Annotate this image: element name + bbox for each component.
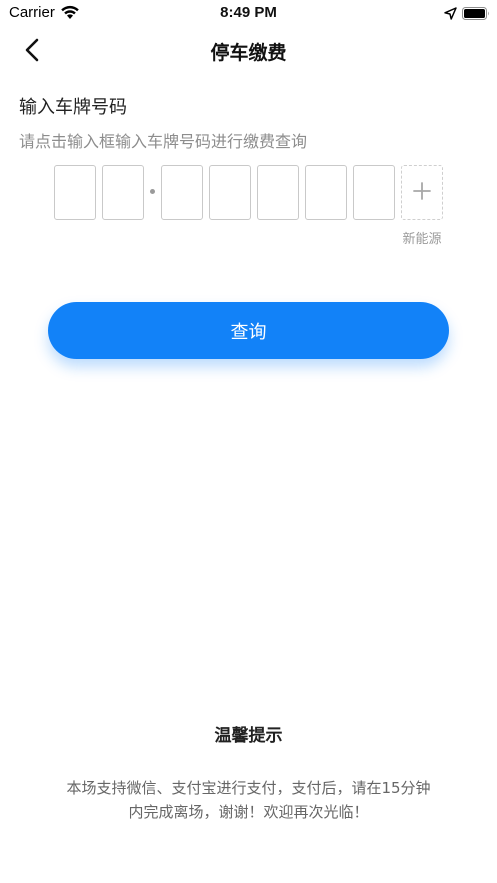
plate-slot-1[interactable] [54, 165, 96, 220]
status-bar: Carrier 8:49 PM [0, 0, 497, 26]
navigation-bar: 停车缴费 [0, 26, 497, 76]
query-button[interactable]: 查询 [48, 302, 449, 359]
status-time: 8:49 PM [220, 4, 277, 21]
plate-slot-3[interactable] [161, 165, 203, 220]
plate-slot-7[interactable] [353, 165, 395, 220]
tips-title: 温馨提示 [214, 726, 283, 746]
battery-icon [462, 5, 490, 20]
new-energy-label: 新能源 [402, 232, 442, 247]
new-energy-slot[interactable] [401, 165, 443, 220]
plate-section-title: 输入车牌号码 [19, 97, 127, 118]
plate-slot-6[interactable] [305, 165, 347, 220]
tips-body: 本场支持微信、支付宝进行支付，支付后，请在15分钟内完成离场，谢谢！欢迎再次光临… [66, 779, 431, 821]
plate-slot-2[interactable] [102, 165, 144, 220]
plus-icon [413, 181, 431, 204]
plate-slot-4[interactable] [209, 165, 251, 220]
plate-section-hint: 请点击输入框输入车牌号码进行缴费查询 [19, 132, 308, 151]
page-title: 停车缴费 [210, 42, 287, 64]
plate-separator-dot [150, 189, 155, 194]
location-arrow-icon [444, 5, 457, 20]
plate-slot-5[interactable] [257, 165, 299, 220]
